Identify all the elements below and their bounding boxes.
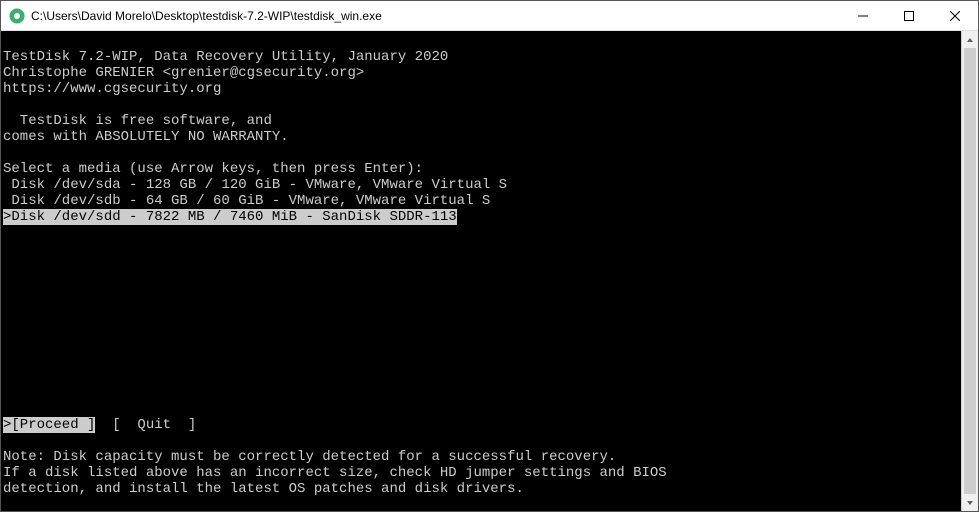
scroll-down-button[interactable] bbox=[962, 494, 978, 511]
app-icon bbox=[9, 8, 25, 24]
titlebar: C:\Users\David Morelo\Desktop\testdisk-7… bbox=[1, 1, 978, 31]
console-output[interactable]: TestDisk 7.2-WIP, Data Recovery Utility,… bbox=[1, 31, 961, 511]
scroll-track[interactable] bbox=[962, 48, 978, 494]
header-line: https://www.cgsecurity.org bbox=[3, 81, 221, 97]
scroll-up-button[interactable] bbox=[962, 31, 978, 48]
client-area: TestDisk 7.2-WIP, Data Recovery Utility,… bbox=[1, 31, 978, 511]
header-line: Christophe GRENIER <grenier@cgsecurity.o… bbox=[3, 65, 364, 81]
window-controls bbox=[840, 1, 978, 30]
about-line: comes with ABSOLUTELY NO WARRANTY. bbox=[3, 129, 289, 145]
menu-proceed[interactable]: >[Proceed ] bbox=[3, 417, 95, 433]
maximize-button[interactable] bbox=[886, 1, 932, 30]
disk-item[interactable]: Disk /dev/sdb - 64 GB / 60 GiB - VMware,… bbox=[3, 193, 490, 209]
disk-item[interactable]: Disk /dev/sda - 128 GB / 120 GiB - VMwar… bbox=[3, 177, 507, 193]
vertical-scrollbar[interactable] bbox=[961, 31, 978, 511]
scroll-thumb[interactable] bbox=[964, 48, 976, 494]
note-line: detection, and install the latest OS pat… bbox=[3, 481, 524, 497]
window-title: C:\Users\David Morelo\Desktop\testdisk-7… bbox=[31, 9, 840, 23]
note-line: Note: Disk capacity must be correctly de… bbox=[3, 449, 616, 465]
about-line: TestDisk is free software, and bbox=[3, 113, 272, 129]
note-line: If a disk listed above has an incorrect … bbox=[3, 465, 667, 481]
minimize-button[interactable] bbox=[840, 1, 886, 30]
close-button[interactable] bbox=[932, 1, 978, 30]
header-line: TestDisk 7.2-WIP, Data Recovery Utility,… bbox=[3, 49, 448, 65]
disk-item-selected[interactable]: >Disk /dev/sdd - 7822 MB / 7460 MiB - Sa… bbox=[3, 209, 457, 225]
menu-quit[interactable]: [ Quit ] bbox=[95, 417, 196, 433]
prompt-line: Select a media (use Arrow keys, then pre… bbox=[3, 161, 423, 177]
